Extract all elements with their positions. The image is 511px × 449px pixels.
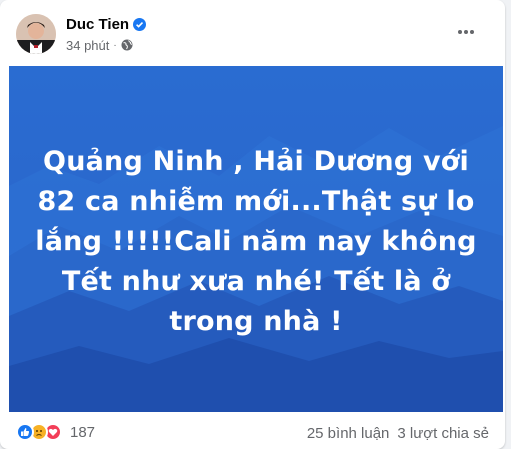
avatar[interactable]	[16, 14, 56, 54]
meta-separator: ·	[113, 39, 117, 51]
post-text: Quảng Ninh , Hải Dương với 82 ca nhiễm m…	[9, 142, 503, 342]
more-options-button[interactable]	[451, 20, 481, 44]
globe-icon[interactable]	[121, 39, 133, 51]
post-text-line: trong nhà !	[169, 306, 343, 337]
post-image[interactable]: Quảng Ninh , Hải Dương với 82 ca nhiễm m…	[9, 66, 503, 412]
post-time[interactable]: 34 phút	[66, 38, 109, 53]
post-header: Duc Tien 34 phút ·	[0, 0, 505, 66]
post-text-line: Tết như xưa nhé! Tết là ở	[61, 266, 451, 297]
post-card: Duc Tien 34 phút · Quảng Ninh , Hải Dươn…	[0, 0, 505, 449]
more-horizontal-icon	[458, 30, 474, 34]
post-text-line: Quảng Ninh , Hải Dương với	[43, 146, 469, 177]
shares-count[interactable]: 3 lượt chia sẻ	[397, 425, 489, 442]
post-footer: 187 25 bình luận 3 lượt chia sẻ	[0, 418, 505, 449]
post-meta: 34 phút ·	[66, 37, 133, 53]
comments-count[interactable]: 25 bình luận	[307, 425, 390, 442]
reaction-count: 187	[70, 423, 96, 441]
reactions-summary[interactable]: 187	[16, 423, 95, 441]
post-text-line: lắng !!!!!Cali năm nay không	[35, 226, 477, 257]
post-stats: 25 bình luận 3 lượt chia sẻ	[307, 425, 489, 442]
author-name[interactable]: Duc Tien	[66, 16, 129, 33]
like-icon	[16, 423, 34, 441]
verified-badge-icon	[133, 17, 147, 31]
author-row: Duc Tien	[66, 14, 147, 34]
post-text-line: 82 ca nhiễm mới...Thật sự lo	[37, 186, 475, 217]
